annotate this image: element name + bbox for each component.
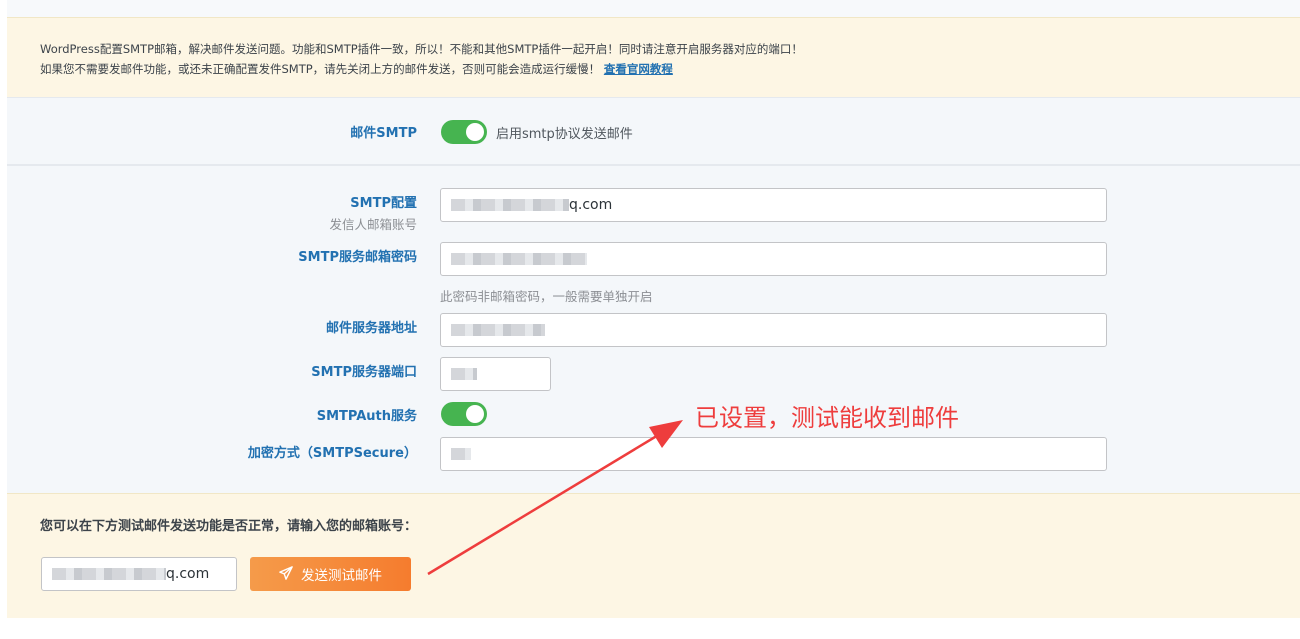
test-email-suffix: q.com — [166, 566, 210, 582]
redacted-email — [52, 568, 166, 580]
top-strip — [7, 0, 1300, 17]
password-hint: 此密码非邮箱密码，一般需要单独开启 — [440, 289, 653, 304]
test-title: 您可以在下方测试邮件发送功能是否正常，请输入您的邮箱账号： — [40, 519, 418, 534]
port-label: SMTP服务器端口 — [311, 365, 417, 380]
sender-email-suffix: q.com — [569, 197, 613, 213]
secure-input[interactable] — [440, 437, 1107, 471]
sender-account-sublabel: 发信人邮箱账号 — [329, 217, 417, 232]
toggle-knob — [466, 123, 484, 141]
password-label: SMTP服务邮箱密码 — [298, 250, 417, 265]
settings-page: WordPress配置SMTP邮箱，解决邮件发送问题。功能和SMTP插件一致，所… — [0, 0, 1300, 639]
notice-line-1: WordPress配置SMTP邮箱，解决邮件发送问题。功能和SMTP插件一致，所… — [40, 42, 803, 56]
redacted-secure — [451, 448, 471, 460]
redacted-password — [451, 253, 587, 265]
smtp-config-section: SMTP配置 发信人邮箱账号 q.com SMTP服务邮箱密码 此密码非邮箱密码… — [7, 165, 1300, 493]
host-input[interactable] — [440, 313, 1107, 347]
smtp-enable-row: 邮件SMTP 启用smtp协议发送邮件 — [7, 97, 1300, 165]
smtp-config-label: SMTP配置 — [350, 196, 417, 211]
auth-label: SMTPAuth服务 — [316, 409, 417, 424]
host-label: 邮件服务器地址 — [325, 321, 417, 336]
send-test-email-button[interactable]: 发送测试邮件 — [250, 557, 411, 591]
annotation-text: 已设置，测试能收到邮件 — [695, 404, 959, 432]
redacted-port — [451, 368, 477, 380]
notice-box: WordPress配置SMTP邮箱，解决邮件发送问题。功能和SMTP插件一致，所… — [7, 17, 1300, 97]
paper-plane-icon — [279, 565, 293, 583]
tutorial-link[interactable]: 查看官网教程 — [604, 62, 673, 76]
redacted-text — [451, 199, 569, 211]
notice-line-2-text: 如果您不需要发邮件功能，或还未正确配置发件SMTP，请先关闭上方的邮件发送，否则… — [40, 62, 601, 76]
test-email-input[interactable]: q.com — [41, 557, 237, 591]
smtp-toggle-text: 启用smtp协议发送邮件 — [496, 127, 633, 142]
sender-email-input[interactable]: q.com — [440, 188, 1107, 222]
secure-label: 加密方式（SMTPSecure） — [247, 446, 417, 461]
test-email-section: 您可以在下方测试邮件发送功能是否正常，请输入您的邮箱账号： q.com 发送测试… — [7, 493, 1300, 618]
notice-line-2: 如果您不需要发邮件功能，或还未正确配置发件SMTP，请先关闭上方的邮件发送，否则… — [40, 59, 1300, 79]
toggle-knob — [466, 405, 484, 423]
port-input[interactable] — [440, 357, 551, 391]
redacted-host — [451, 324, 545, 336]
smtp-label: 邮件SMTP — [350, 126, 417, 141]
smtp-toggle[interactable] — [441, 120, 487, 144]
password-input[interactable] — [440, 242, 1107, 276]
auth-toggle[interactable] — [441, 402, 487, 426]
send-button-label: 发送测试邮件 — [301, 568, 382, 583]
